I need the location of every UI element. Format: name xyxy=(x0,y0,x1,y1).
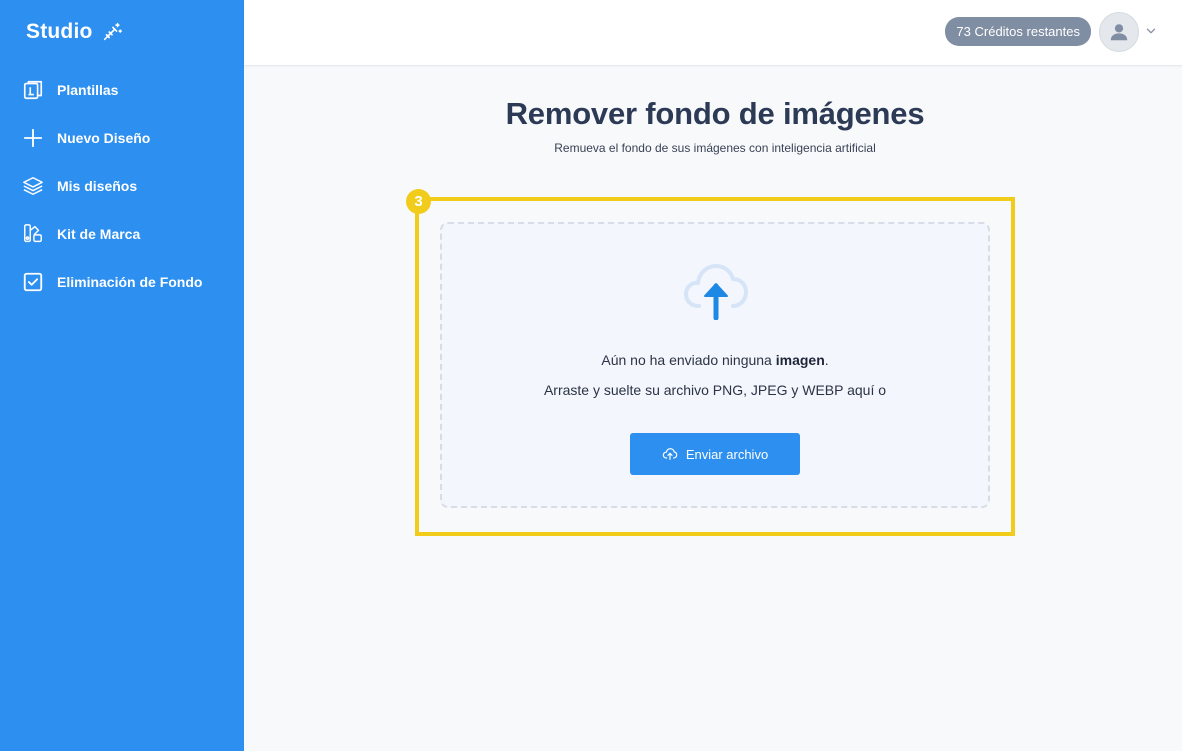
top-header: 73 Créditos restantes xyxy=(244,0,1182,66)
main-content: Remover fondo de imágenes Remueva el fon… xyxy=(244,66,1182,751)
step-highlight: 3 Aún no ha enviado ninguna imagen. Arra… xyxy=(406,189,1015,536)
brand-logo[interactable]: Studio xyxy=(26,18,123,46)
sidebar-nav: Plantillas Nuevo Diseño Mis diseños Kit … xyxy=(0,66,244,306)
sidebar-item-nuevo-diseno[interactable]: Nuevo Diseño xyxy=(0,114,244,162)
send-file-label: Enviar archivo xyxy=(685,446,769,462)
sidebar-item-kit-de-marca[interactable]: Kit de Marca xyxy=(0,210,244,258)
drag-drop-instructions: Arraste y suelte su archivo PNG, JPEG y … xyxy=(543,382,887,398)
sidebar-item-label: Eliminación de Fondo xyxy=(57,274,203,290)
app: Studio Plantillas Nuevo Diseño Mis diseñ… xyxy=(0,0,1182,751)
upload-dropzone[interactable]: Aún no ha enviado ninguna imagen. Arrast… xyxy=(440,222,990,508)
page-title: Remover fondo de imágenes xyxy=(505,96,925,131)
cloud-upload-small-icon xyxy=(662,448,678,460)
no-image-message: Aún no ha enviado ninguna imagen. xyxy=(601,352,829,368)
magic-wand-icon xyxy=(103,22,122,41)
credits-badge[interactable]: 73 Créditos restantes xyxy=(945,17,1091,46)
sidebar-item-label: Kit de Marca xyxy=(57,226,141,242)
brand-name: Studio xyxy=(26,20,93,43)
step-badge: 3 xyxy=(406,189,431,214)
user-icon xyxy=(1110,24,1128,41)
avatar[interactable] xyxy=(1099,12,1139,52)
sidebar-item-eliminacion-de-fondo[interactable]: Eliminación de Fondo xyxy=(0,258,244,306)
message-emphasis: imagen xyxy=(775,352,825,368)
sidebar-item-label: Nuevo Diseño xyxy=(57,130,151,146)
sidebar-item-mis-disenos[interactable]: Mis diseños xyxy=(0,162,244,210)
chevron-down-icon[interactable] xyxy=(1144,24,1158,38)
sidebar: Studio Plantillas Nuevo Diseño Mis diseñ… xyxy=(0,0,244,751)
layers-icon xyxy=(23,177,43,195)
brand-kit-icon xyxy=(24,224,42,243)
page-subtitle: Remueva el fondo de sus imágenes con int… xyxy=(554,141,876,155)
cloud-upload-icon xyxy=(684,264,748,320)
plus-icon xyxy=(23,128,43,148)
checkbox-icon xyxy=(23,272,43,292)
templates-icon xyxy=(23,80,43,100)
sidebar-item-label: Mis diseños xyxy=(57,178,138,194)
sidebar-item-plantillas[interactable]: Plantillas xyxy=(0,66,244,114)
sidebar-item-label: Plantillas xyxy=(57,82,119,98)
send-file-button[interactable]: Enviar archivo xyxy=(630,433,800,475)
